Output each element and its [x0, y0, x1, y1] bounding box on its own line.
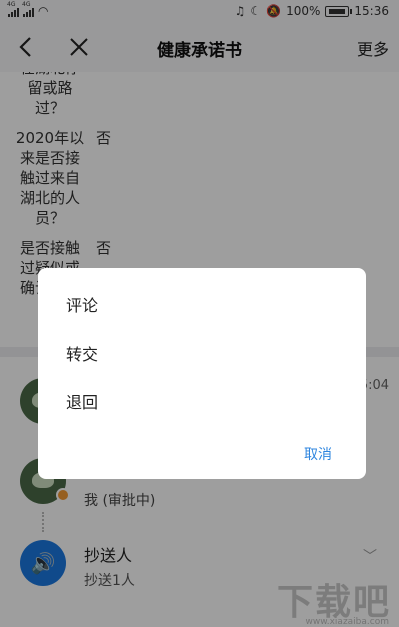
cancel-button[interactable]: 取消 — [304, 444, 332, 464]
menu-item-comment[interactable]: 评论 — [66, 292, 98, 316]
action-dialog: 评论 转交 退回 取消 — [38, 268, 366, 479]
menu-item-return[interactable]: 退回 — [66, 389, 98, 413]
menu-item-transfer[interactable]: 转交 — [66, 341, 98, 365]
